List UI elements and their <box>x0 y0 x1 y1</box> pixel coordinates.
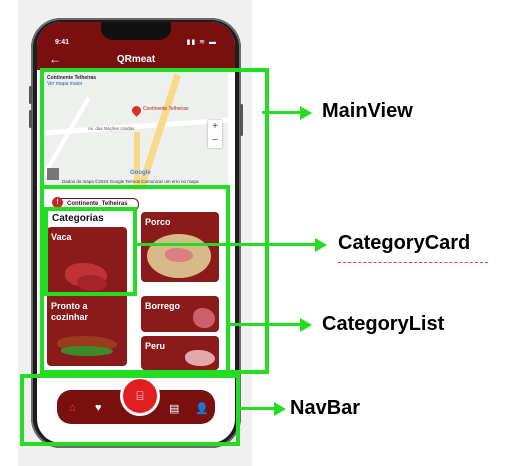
categorylist-highlight-box <box>40 185 230 374</box>
status-icons: ▮▮ ≋ ▬ <box>186 39 217 46</box>
volume-button <box>29 110 32 128</box>
camera-notch <box>101 22 171 40</box>
arrow-line <box>262 111 302 114</box>
arrow-line <box>230 323 302 326</box>
categorycard-label: CategoryCard <box>338 232 471 254</box>
arrow-head-icon <box>300 106 312 120</box>
app-bar: ← QRmeat <box>37 50 235 70</box>
mainview-label: MainView <box>322 100 413 122</box>
arrow-line <box>240 407 276 410</box>
categorylist-label: CategoryList <box>322 313 445 335</box>
volume-button <box>29 86 32 104</box>
arrow-head-icon <box>315 238 327 252</box>
app-title: QRmeat <box>116 54 156 65</box>
arrow-head-icon <box>274 402 286 416</box>
arrow-line <box>137 243 317 246</box>
status-time: 9:41 <box>55 39 70 46</box>
navbar-highlight-box <box>20 374 240 446</box>
arrow-head-icon <box>300 318 312 332</box>
spellcheck-underline <box>338 259 488 263</box>
navbar-label: NavBar <box>290 397 361 419</box>
